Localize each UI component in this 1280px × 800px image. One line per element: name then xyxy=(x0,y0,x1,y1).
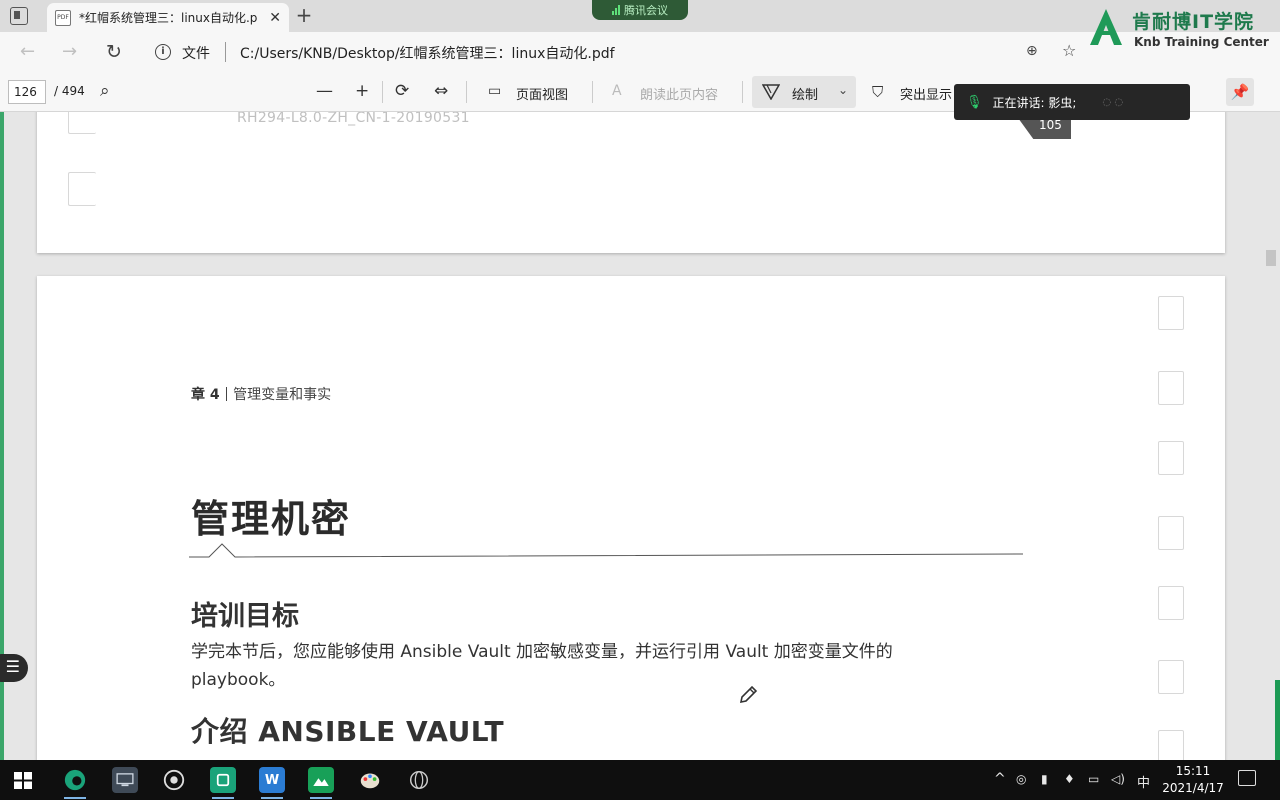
network-icon[interactable]: ▭ xyxy=(1088,772,1099,786)
close-tab-icon[interactable]: ✕ xyxy=(269,10,281,26)
chevron-down-icon[interactable]: ⌄ xyxy=(838,83,848,97)
edge-browser-icon[interactable] xyxy=(62,767,88,799)
margin-bracket xyxy=(1158,296,1184,330)
word-icon[interactable]: W xyxy=(259,767,285,799)
margin-bracket xyxy=(1158,730,1184,760)
zoom-in-icon[interactable]: + xyxy=(355,81,369,101)
pin-icon: 📌 xyxy=(1230,83,1250,101)
input-method-indicator[interactable]: 中 xyxy=(1137,772,1150,791)
microphone-icon: 🎙 xyxy=(966,94,983,110)
tray-bluetooth-icon[interactable]: ♦ xyxy=(1064,772,1075,786)
margin-bracket xyxy=(68,112,96,134)
draw-icon xyxy=(762,84,780,100)
zoom-icon[interactable]: ⊕ xyxy=(1026,43,1038,59)
chapter-title: 管理变量和事实 xyxy=(233,387,332,403)
meeting-label: 腾讯会议 xyxy=(624,4,668,17)
search-icon[interactable]: ⌕ xyxy=(100,81,110,101)
photos-icon[interactable] xyxy=(308,767,334,799)
highlight-icon[interactable]: ⛉ xyxy=(872,83,883,101)
margin-bracket xyxy=(1158,660,1184,694)
tray-expand-icon[interactable]: ^ xyxy=(994,771,1006,787)
draw-label: 绘制 xyxy=(792,88,819,103)
read-aloud-icon: A xyxy=(612,83,622,99)
read-aloud-button[interactable]: 朗读此页内容 xyxy=(640,84,718,103)
speaking-notification: 🎙 正在讲话: 影虫; ◌ ◌ xyxy=(954,84,1190,120)
zoom-out-icon[interactable]: — xyxy=(316,81,333,101)
pin-toolbar-button[interactable]: 📌 xyxy=(1226,78,1254,106)
system-clock[interactable]: 15:11 2021/4/17 xyxy=(1160,763,1226,797)
page-number-input[interactable]: 126 xyxy=(8,80,46,104)
highlight-button[interactable]: 突出显示 xyxy=(900,84,952,103)
tab-title: *红帽系统管理三：linux自动化.p xyxy=(79,11,258,25)
objectives-heading: 培训目标 xyxy=(191,601,299,632)
paint-icon[interactable] xyxy=(357,767,383,793)
toolbar-divider xyxy=(592,81,593,103)
tray-app-icon[interactable]: ◎ xyxy=(1016,772,1026,786)
meeting-indicator[interactable]: 腾讯会议 xyxy=(592,0,688,20)
notification-icon[interactable] xyxy=(1238,770,1256,786)
logo-text-en: Knb Training Center xyxy=(1134,35,1269,49)
screen-share-border xyxy=(1275,680,1280,760)
page-view-icon[interactable]: ▭ xyxy=(488,83,501,99)
volume-icon[interactable]: ◁) xyxy=(1111,772,1125,786)
address-prefix: 文件 xyxy=(182,46,210,62)
page-total: / 494 xyxy=(54,84,85,98)
toolbar-divider xyxy=(382,81,383,103)
objectives-text: 学完本节后，您应能够使用 Ansible Vault 加密敏感变量，并运行引用 … xyxy=(191,642,893,690)
logo-text-cn: 肯耐博IT学院 xyxy=(1132,11,1255,33)
reload-icon[interactable]: ↻ xyxy=(106,41,122,63)
watermark-logo: 肯耐博IT学院 Knb Training Center xyxy=(1088,5,1278,51)
address-input[interactable]: C:/Users/KNB/Desktop/红帽系统管理三：linux自动化.pd… xyxy=(240,43,615,63)
address-divider xyxy=(225,42,226,62)
margin-bracket xyxy=(68,172,96,206)
logo-mark-icon xyxy=(1090,9,1122,45)
audio-level-icon xyxy=(612,5,620,15)
margin-bracket xyxy=(1158,516,1184,550)
windows-start-icon[interactable] xyxy=(14,772,32,789)
pencil-cursor-icon xyxy=(739,685,758,704)
pdf-page-current: 章 4 管理变量和事实 管理机密 培训目标 学完本节后，您应能够使用 Ansibl… xyxy=(37,276,1225,760)
rotate-icon[interactable]: ⟳ xyxy=(395,81,409,101)
margin-bracket xyxy=(1158,441,1184,475)
info-icon[interactable]: i xyxy=(155,44,171,60)
computer-icon[interactable] xyxy=(112,767,138,793)
pdf-viewer[interactable]: RH294-L8.0-ZH_CN-1-20190531 105 章 4 管理变量和… xyxy=(0,112,1280,760)
section-heading: 管理机密 xyxy=(191,497,352,541)
margin-bracket xyxy=(1158,371,1184,405)
draw-button[interactable]: 绘制 ⌄ xyxy=(752,76,856,108)
page-view-button[interactable]: 页面视图 xyxy=(516,84,568,103)
chapter-header: 章 4 管理变量和事实 xyxy=(191,384,331,404)
window-menu-icon[interactable] xyxy=(10,7,28,25)
margin-bracket xyxy=(1158,586,1184,620)
tab-pdf[interactable]: PDF *红帽系统管理三：linux自动化.p ✕ xyxy=(47,3,289,32)
toolbar-divider xyxy=(466,81,467,103)
speaking-label: 正在讲话: 影虫; xyxy=(992,95,1077,110)
forward-icon[interactable]: → xyxy=(62,41,77,62)
heading-rule xyxy=(189,543,1023,558)
pdf-page-previous: RH294-L8.0-ZH_CN-1-20190531 105 xyxy=(37,112,1225,253)
speaker-dots-icon: ◌ ◌ xyxy=(1102,96,1124,108)
document-code: RH294-L8.0-ZH_CN-1-20190531 xyxy=(237,112,470,126)
microphone-tray-icon[interactable]: ▮ xyxy=(1041,772,1048,786)
screen-recorder-icon[interactable] xyxy=(210,767,236,799)
pdf-file-icon: PDF xyxy=(55,9,71,26)
back-icon[interactable]: ← xyxy=(20,41,35,62)
fit-page-icon[interactable]: ⇔ xyxy=(434,81,448,101)
chapter-number: 章 4 xyxy=(191,387,220,403)
page-number: 105 xyxy=(1039,118,1062,132)
clock-time: 15:11 xyxy=(1175,764,1211,778)
target-app-icon[interactable] xyxy=(161,767,187,793)
clock-date: 2021/4/17 xyxy=(1162,781,1224,795)
favorite-icon[interactable]: ☆ xyxy=(1062,41,1076,60)
toolbar-divider xyxy=(742,81,743,103)
taskbar: W ^ ◎ ▮ ♦ ▭ ◁) 中 15:11 2021/4/17 xyxy=(0,760,1280,800)
scrollbar-thumb[interactable] xyxy=(1266,250,1276,266)
globe-app-icon[interactable] xyxy=(406,767,432,793)
new-tab-button[interactable]: + xyxy=(292,5,316,27)
floating-menu-button[interactable]: ☰ xyxy=(0,654,28,682)
intro-heading: 介绍 ANSIBLE VAULT xyxy=(191,715,505,748)
